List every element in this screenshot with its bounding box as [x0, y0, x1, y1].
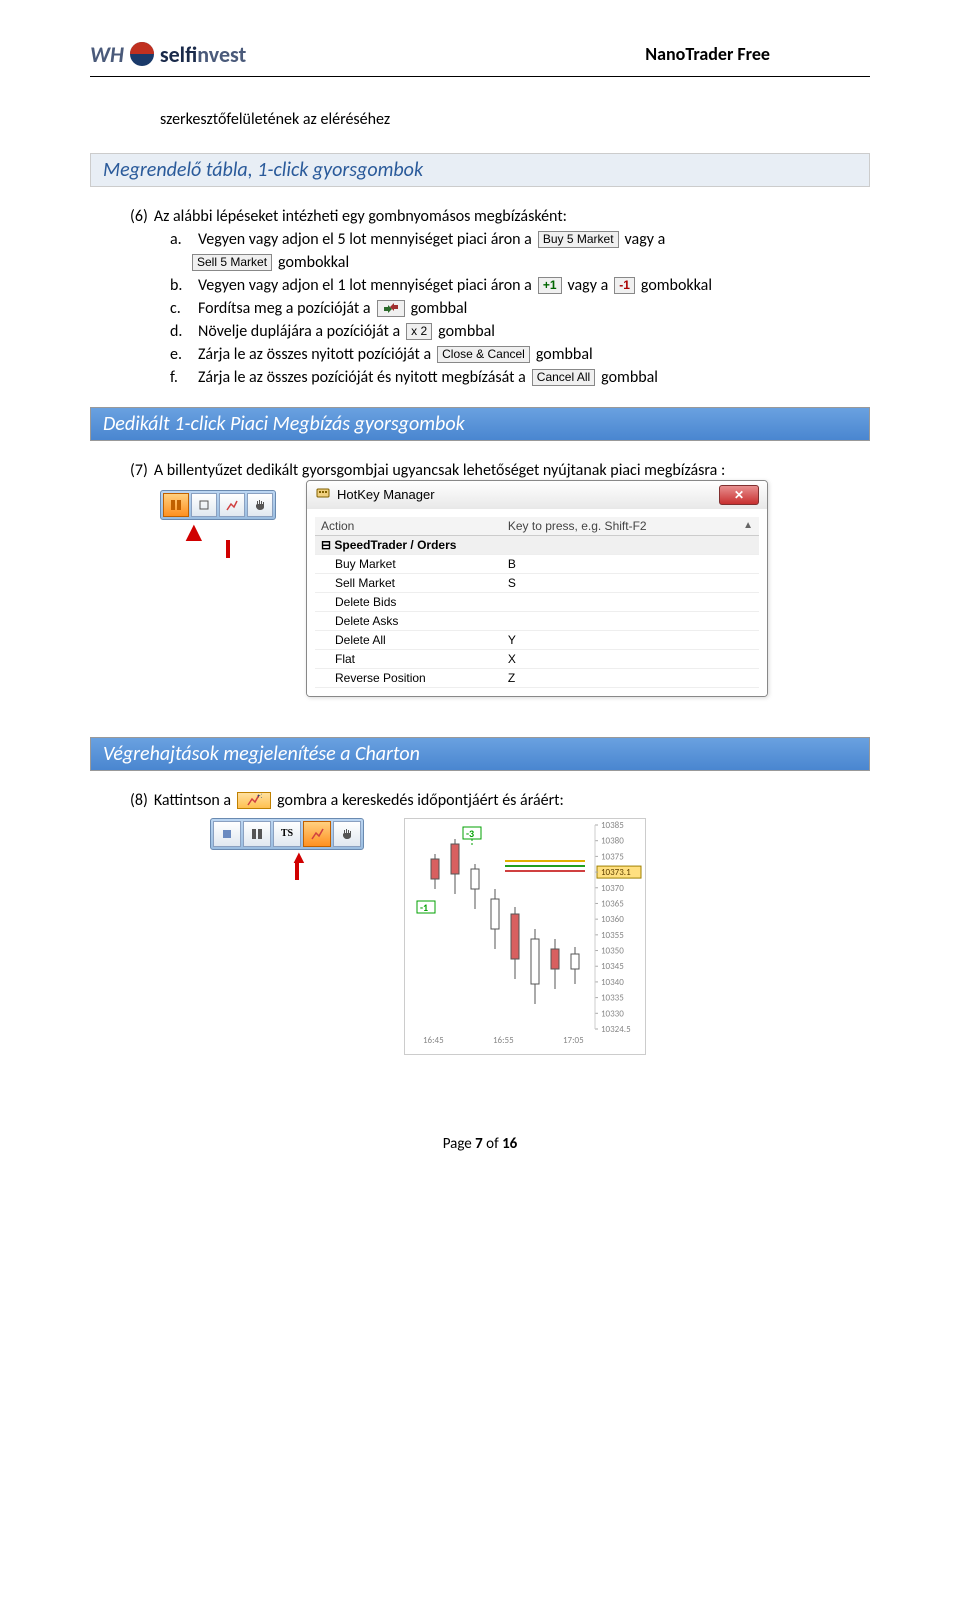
toolbar-btn-1[interactable] — [163, 493, 189, 517]
list-item-8: (8) Kattintson a +1 gombra a kereskedés … — [130, 791, 870, 810]
hotkey-manager-window: HotKey Manager ✕ Action Key to press, e.… — [306, 480, 768, 697]
sub-item-a-line2: Sell 5 Market gombokkal — [192, 253, 870, 272]
svg-text:-3: -3 — [466, 827, 474, 840]
hotkey-col-action: Action — [315, 517, 502, 536]
x2-button[interactable]: x 2 — [406, 323, 432, 340]
hotkey-row[interactable]: Sell MarketS — [315, 573, 759, 592]
logo-selfinvest-text: selfinvest — [160, 41, 246, 68]
chart-tool-hand-icon[interactable] — [333, 821, 361, 847]
document-title: NanoTrader Free — [645, 43, 770, 65]
svg-text:+1: +1 — [257, 794, 262, 800]
red-arrow-2-icon: ▲ — [290, 852, 364, 881]
svg-text:10375: 10375 — [601, 851, 624, 862]
item-8-number: (8) — [130, 791, 148, 810]
sub-item-b: b. Vegyen vagy adjon el 1 lot mennyisége… — [170, 276, 870, 295]
svg-text:10385: 10385 — [601, 820, 624, 831]
price-chart: 10385 10380 10375 10373.1 10370 10365 10360 103… — [404, 818, 646, 1055]
svg-text:10330: 10330 — [601, 1008, 624, 1019]
hotkey-row[interactable]: Delete Bids — [315, 592, 759, 611]
logo-globe-icon — [128, 40, 156, 68]
buy-5-market-button[interactable]: Buy 5 Market — [538, 231, 619, 248]
sub-item-c: c. Fordítsa meg a pozícióját a gombbal — [170, 299, 870, 318]
cancel-all-button[interactable]: Cancel All — [532, 369, 595, 386]
chart-tool-2[interactable] — [243, 821, 271, 847]
chart-tool-trade-icon[interactable] — [303, 821, 331, 847]
svg-text:10350: 10350 — [601, 945, 624, 956]
svg-text:10335: 10335 — [601, 992, 624, 1003]
item-7-text: A billentyűzet dedikált gyorsgombjai ugy… — [154, 461, 725, 480]
section-heading-1: Megrendelő tábla, 1-click gyorsgombok — [90, 153, 870, 187]
header-divider — [90, 76, 870, 77]
chart-tool-1[interactable] — [213, 821, 241, 847]
hotkey-titlebar: HotKey Manager ✕ — [307, 481, 767, 509]
svg-text:10345: 10345 — [601, 961, 624, 972]
svg-text:10324.5: 10324.5 — [601, 1024, 631, 1035]
hotkey-row[interactable]: Delete Asks — [315, 611, 759, 630]
list-item-6: (6) Az alábbi lépéseket intézheti egy go… — [130, 207, 870, 226]
hotkey-window-title: HotKey Manager — [337, 487, 435, 502]
section-heading-2: Dedikált 1-click Piaci Megbízás gyorsgom… — [90, 407, 870, 441]
hotkey-table: Action Key to press, e.g. Shift-F2▲ ⊟ Sp… — [315, 517, 759, 688]
toolbar-strip — [160, 490, 276, 520]
item-6-text: Az alábbi lépéseket intézheti egy gombny… — [154, 207, 567, 226]
minus-1-button[interactable]: -1 — [614, 277, 635, 294]
hotkey-group-row[interactable]: ⊟ SpeedTrader / Orders — [315, 535, 759, 554]
hotkey-row[interactable]: Delete AllY — [315, 630, 759, 649]
hotkey-app-icon — [315, 485, 331, 504]
chart-toolbar: TS — [210, 818, 364, 850]
svg-text:10373.1: 10373.1 — [601, 867, 631, 878]
svg-text:-1: -1 — [420, 901, 428, 914]
scroll-up-icon[interactable]: ▲ — [743, 520, 753, 531]
sub-item-d: d. Növelje duplájára a pozícióját a x 2 … — [170, 322, 870, 341]
close-button[interactable]: ✕ — [719, 485, 759, 505]
toolbar-btn-2[interactable] — [191, 493, 217, 517]
svg-text:10380: 10380 — [601, 835, 624, 846]
chart-trade-icon-button[interactable]: +1 — [237, 792, 271, 809]
hotkey-col-key: Key to press, e.g. Shift-F2▲ — [502, 517, 759, 536]
svg-text:10365: 10365 — [601, 898, 624, 909]
reverse-button[interactable] — [377, 300, 405, 317]
page-footer: Page 7 of 16 — [90, 1135, 870, 1153]
sub-item-a: a. Vegyen vagy adjon el 5 lot mennyisége… — [170, 230, 870, 249]
svg-text:10340: 10340 — [601, 977, 624, 988]
svg-text:10355: 10355 — [601, 929, 624, 940]
svg-text:17:05: 17:05 — [563, 1035, 584, 1046]
svg-text:10370: 10370 — [601, 882, 624, 893]
page-header: WH selfinvest NanoTrader Free — [90, 40, 870, 68]
svg-text:16:45: 16:45 — [423, 1035, 444, 1046]
toolbar-btn-3[interactable] — [219, 493, 245, 517]
chart-tool-ts[interactable]: TS — [273, 821, 301, 847]
sell-5-market-button[interactable]: Sell 5 Market — [192, 254, 272, 271]
hotkey-row[interactable]: Buy MarketB — [315, 554, 759, 573]
item-7-number: (7) — [130, 461, 148, 480]
plus-1-button[interactable]: +1 — [538, 277, 562, 294]
logo-wh-text: WH — [90, 41, 124, 68]
hotkey-row[interactable]: FlatX — [315, 649, 759, 668]
hotkey-row[interactable]: Reverse PositionZ — [315, 668, 759, 687]
red-arrow-icon: ▲ — [180, 524, 276, 559]
intro-continuation: szerkesztőfelületének az eléréséhez — [160, 107, 870, 133]
toolbar-btn-hand-icon[interactable] — [247, 493, 273, 517]
svg-text:16:55: 16:55 — [493, 1035, 514, 1046]
item-6-number: (6) — [130, 207, 148, 226]
section-heading-3: Végrehajtások megjelenítése a Charton — [90, 737, 870, 771]
list-item-7: (7) A billentyűzet dedikált gyorsgombjai… — [130, 461, 870, 480]
logo: WH selfinvest — [90, 40, 246, 68]
sub-item-e: e. Zárja le az összes nyitott pozícióját… — [170, 345, 870, 364]
svg-text:10360: 10360 — [601, 914, 624, 925]
sub-item-f: f. Zárja le az összes pozícióját és nyit… — [170, 368, 870, 387]
close-cancel-button[interactable]: Close & Cancel — [437, 346, 530, 363]
